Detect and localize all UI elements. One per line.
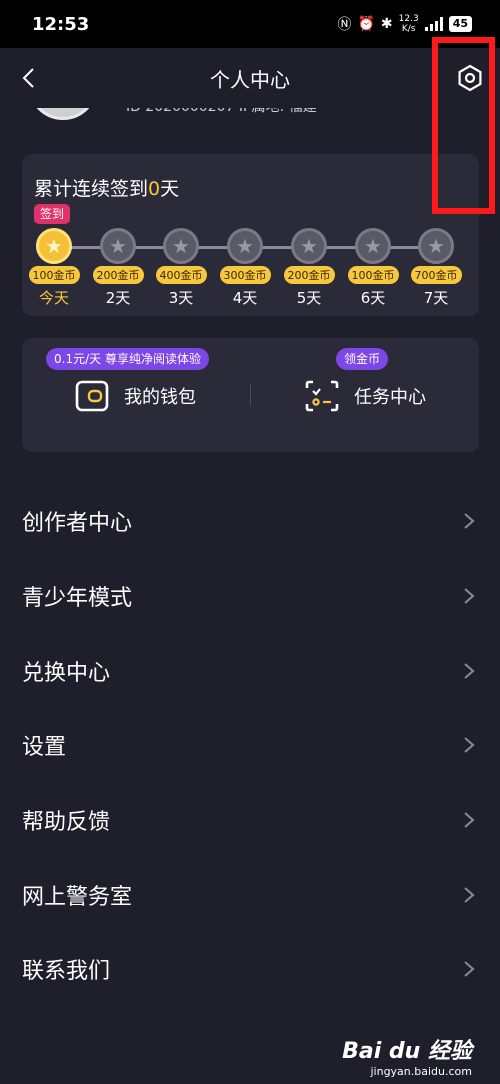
star-coin-icon: ★ (291, 228, 327, 264)
day-reward: 100金币 (28, 266, 80, 284)
menu-item-police-office[interactable]: 网上警务室 (0, 857, 500, 932)
tasks-promo-tag: 领金币 (336, 348, 389, 370)
checkin-day[interactable]: ★ 100金币 6天 (343, 228, 403, 308)
action-divider (250, 384, 251, 406)
status-bar: 12:53 Ⓝ ⏰ ✱ 12.3 K/s 45 (0, 0, 500, 48)
menu-item-label: 青少年模式 (22, 586, 133, 612)
day-reward: 400金币 (155, 266, 207, 284)
day-label: 6天 (360, 289, 386, 307)
star-coin-icon: ★ (36, 228, 72, 264)
watermark-logo: Bai du 经验 (342, 1039, 472, 1064)
chevron-right-icon (464, 662, 475, 679)
wallet-promo-tag: 0.1元/天 尊享纯净阅读体验 (46, 348, 209, 370)
chevron-right-icon (464, 812, 475, 828)
checkin-day[interactable]: ★ 300金币 4天 (215, 228, 275, 308)
checkin-title-prefix: 累计连续签到 (34, 178, 149, 200)
checkin-day[interactable]: ★ 400金币 3天 (151, 228, 211, 308)
action-card: 0.1元/天 尊享纯净阅读体验 领金币 我的钱包 任务中心 (22, 338, 479, 452)
star-coin-icon: ★ (418, 228, 454, 264)
battery-icon: 45 (448, 16, 472, 32)
day-reward: 200金币 (92, 266, 144, 284)
signin-badge[interactable]: 签到 (34, 204, 71, 224)
day-reward: 300金币 (219, 266, 271, 284)
checkin-day[interactable]: ★ 200金币 5天 (279, 228, 339, 308)
day-label: 2天 (105, 289, 131, 307)
checkin-title: 累计连续签到0天 (34, 174, 179, 201)
network-speed-unit: K/s (401, 24, 416, 34)
checkin-day[interactable]: ★ 100金币 今天 (24, 228, 84, 308)
menu-item-settings[interactable]: 设置 (0, 708, 500, 783)
nfc-icon: Ⓝ (337, 17, 352, 33)
signal-5g-icon (424, 17, 443, 31)
chevron-right-icon (464, 588, 475, 604)
wallet-button[interactable]: 我的钱包 (74, 378, 196, 414)
menu-list: 创作者中心 青少年模式 兑换中心 设置 帮助反馈 网上警务室 联系我们 (0, 484, 500, 1007)
checkin-title-suffix: 天 (160, 178, 180, 200)
day-label: 今天 (38, 289, 69, 307)
wallet-label: 我的钱包 (124, 387, 196, 408)
bluetooth-icon: ✱ (380, 16, 393, 32)
star-coin-icon: ★ (163, 228, 199, 264)
status-icons: Ⓝ ⏰ ✱ 12.3 K/s 45 (337, 14, 472, 34)
task-center-button[interactable]: 任务中心 (304, 378, 426, 414)
header: 个人中心 (0, 48, 500, 108)
menu-item-label: 设置 (22, 735, 67, 761)
menu-item-label: 帮助反馈 (22, 810, 111, 836)
menu-item-creator-center[interactable]: 创作者中心 (0, 484, 500, 559)
network-speed: 12.3 K/s (399, 14, 419, 34)
day-label: 7天 (423, 289, 449, 307)
highlight-box (432, 37, 495, 214)
chevron-right-icon (464, 887, 475, 903)
star-coin-icon: ★ (227, 228, 263, 264)
menu-item-label: 联系我们 (22, 959, 111, 985)
checkin-count: 0 (148, 178, 161, 200)
menu-item-redeem-center[interactable]: 兑换中心 (0, 633, 500, 708)
checkin-day[interactable]: ★ 200金币 2天 (88, 228, 148, 308)
task-center-label: 任务中心 (354, 387, 426, 408)
checkin-card: 累计连续签到0天 签到 ★ 100金币 今天 ★ 200金币 2天 ★ 400金… (22, 154, 479, 316)
day-reward: 700金币 (410, 266, 462, 284)
star-coin-icon: ★ (355, 228, 391, 264)
wallet-icon (75, 380, 109, 412)
day-reward: 100金币 (347, 266, 399, 284)
watermark: Bai du 经验 jingyan.baidu.com (342, 1033, 472, 1078)
status-time: 12:53 (32, 13, 90, 35)
menu-item-teen-mode[interactable]: 青少年模式 (0, 559, 500, 634)
chevron-right-icon (464, 513, 475, 530)
chevron-right-icon (464, 961, 475, 978)
day-label: 3天 (168, 289, 194, 307)
network-speed-value: 12.3 (398, 14, 419, 24)
chevron-right-icon (464, 737, 475, 754)
checkin-day[interactable]: ★ 700金币 7天 (406, 228, 466, 308)
menu-item-label: 兑换中心 (22, 660, 111, 686)
day-label: 4天 (232, 289, 258, 307)
menu-item-help-feedback[interactable]: 帮助反馈 (0, 783, 500, 858)
star-coin-icon: ★ (100, 228, 136, 264)
task-list-icon (305, 380, 339, 412)
day-reward: 200金币 (283, 266, 335, 284)
menu-item-label: 创作者中心 (22, 511, 133, 537)
alarm-icon: ⏰ (357, 16, 375, 32)
menu-item-contact-us[interactable]: 联系我们 (0, 932, 500, 1007)
watermark-url: jingyan.baidu.com (370, 1065, 472, 1078)
menu-item-label: 网上警务室 (22, 884, 133, 910)
day-label: 5天 (296, 289, 322, 307)
page-title: 个人中心 (210, 68, 290, 92)
